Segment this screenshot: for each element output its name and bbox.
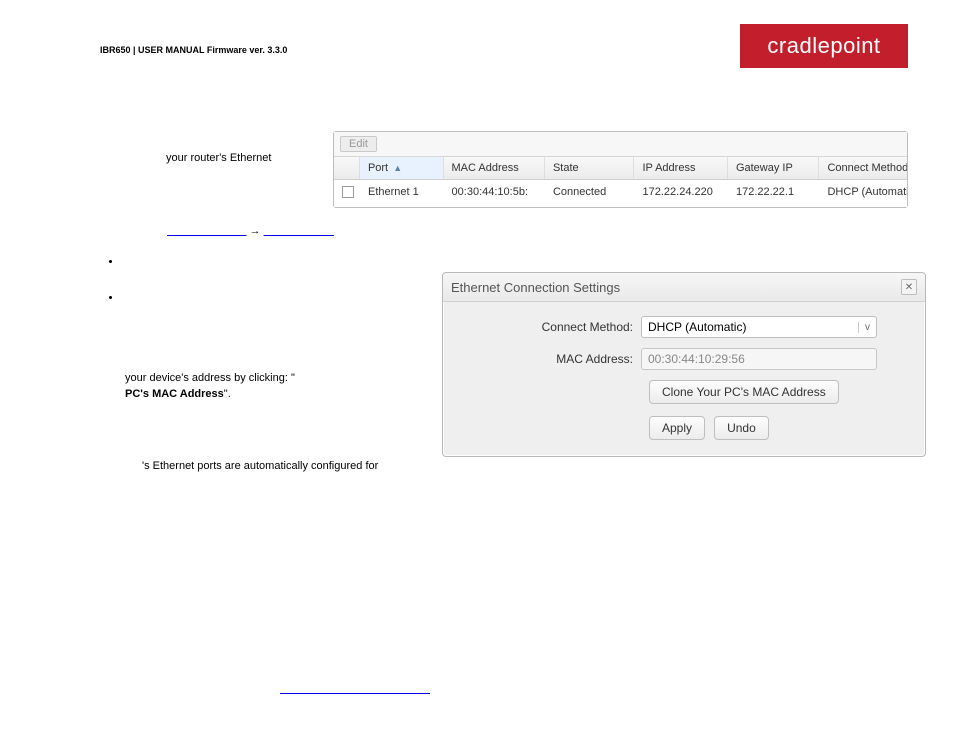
nav-link-row: → [167,225,334,237]
col-check-header [334,157,360,179]
col-method-header[interactable]: Connect Method [819,157,907,179]
connect-method-label: Connect Method: [461,320,641,334]
bullet-item-1 [122,256,422,268]
col-port-label: Port [368,162,388,174]
dialog-action-row: Apply Undo [461,416,907,440]
nav-link-left[interactable] [167,225,246,237]
footer-link-underline[interactable] [280,693,430,694]
bullet-list [102,256,422,328]
row-method: DHCP (Automatic [819,180,907,207]
connect-method-select[interactable]: DHCP (Automatic) v [641,316,877,338]
ethernet-settings-dialog: Ethernet Connection Settings ✕ Connect M… [442,272,926,457]
dialog-titlebar: Ethernet Connection Settings ✕ [443,273,925,302]
table-toolbar: Edit [334,132,907,157]
row-checkbox-cell[interactable] [334,180,360,207]
mac-address-label: MAC Address: [461,352,641,366]
body-fragment-1: your router's Ethernet [166,152,271,164]
chevron-down-icon: v [858,322,870,333]
addr-tail: ". [224,388,231,400]
table-row[interactable]: Ethernet 1 00:30:44:10:5b: Connected 172… [334,180,907,207]
row-mac: 00:30:44:10:5b: [444,180,545,207]
sort-asc-icon: ▲ [393,163,402,173]
close-icon[interactable]: ✕ [901,279,917,295]
footer-fragment: 's Ethernet ports are automatically conf… [142,460,512,472]
dialog-title: Ethernet Connection Settings [451,280,620,295]
row-port: Ethernet 1 [360,180,444,207]
dialog-body: Connect Method: DHCP (Automatic) v MAC A… [443,302,925,456]
addr-bold: PC's MAC Address [125,388,224,400]
ethernet-table-panel: Edit Port ▲ MAC Address State IP Address… [333,131,908,208]
col-mac-header[interactable]: MAC Address [444,157,545,179]
col-gw-header[interactable]: Gateway IP [728,157,820,179]
connect-method-value: DHCP (Automatic) [648,320,746,334]
col-ip-header[interactable]: IP Address [634,157,728,179]
header-breadcrumb: IBR650 | USER MANUAL Firmware ver. 3.3.0 [100,45,287,55]
addr-line1: your device's address by clicking: " [125,372,295,384]
apply-button[interactable]: Apply [649,416,705,440]
clone-mac-button[interactable]: Clone Your PC's MAC Address [649,380,839,404]
row-ip: 172.22.24.220 [635,180,728,207]
connect-method-row: Connect Method: DHCP (Automatic) v [461,316,907,338]
undo-button[interactable]: Undo [714,416,769,440]
row-gw: 172.22.22.1 [728,180,820,207]
row-state: Connected [545,180,635,207]
checkbox-icon[interactable] [342,186,354,198]
bullet-item-2 [122,292,422,304]
brand-logo: cradlepoint [740,24,908,68]
edit-button[interactable]: Edit [340,136,377,152]
col-state-header[interactable]: State [545,157,635,179]
nav-link-right[interactable] [264,225,334,237]
clone-row: Clone Your PC's MAC Address [461,380,907,404]
mac-address-input[interactable]: 00:30:44:10:29:56 [641,348,877,370]
mac-address-row: MAC Address: 00:30:44:10:29:56 [461,348,907,370]
arrow-icon: → [250,225,261,237]
col-port-header[interactable]: Port ▲ [360,157,444,179]
table-header-row: Port ▲ MAC Address State IP Address Gate… [334,157,907,180]
address-text-block: your device's address by clicking: " PC'… [125,370,295,402]
